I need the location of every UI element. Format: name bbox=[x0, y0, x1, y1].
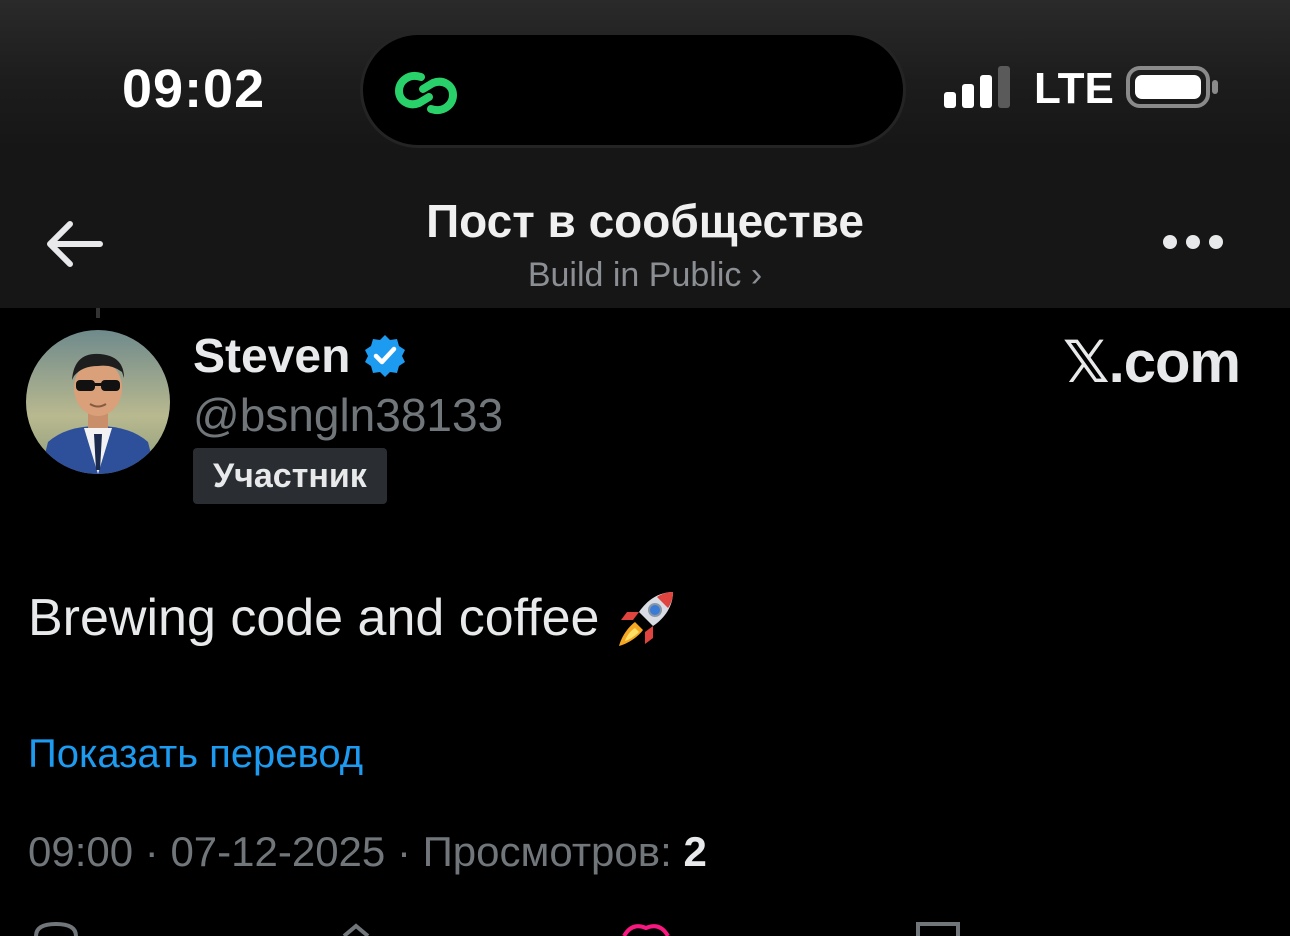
views-count[interactable]: 2 bbox=[683, 828, 706, 875]
battery-icon bbox=[1126, 66, 1218, 108]
rocket-emoji-icon bbox=[619, 592, 674, 646]
like-icon bbox=[622, 924, 670, 936]
avatar[interactable] bbox=[26, 330, 170, 474]
post-meta: 09:00 · 07-12-2025 · Просмотров: 2 bbox=[28, 828, 707, 876]
post: Steven @bsngln38133 Участник 𝕏.com Brewi… bbox=[0, 308, 1290, 936]
meta-separator: · bbox=[385, 828, 423, 875]
reply-icon bbox=[34, 921, 78, 936]
community-link[interactable]: Build in Public › bbox=[0, 256, 1290, 295]
post-time[interactable]: 09:00 bbox=[28, 828, 133, 875]
avatar-image bbox=[26, 330, 170, 474]
navigation-bar: Пост в сообществе Build in Public › bbox=[0, 150, 1290, 308]
post-date[interactable]: 07-12-2025 bbox=[170, 828, 385, 875]
repost-icon bbox=[342, 923, 370, 936]
post-text: Brewing code and coffee bbox=[28, 586, 679, 650]
x-watermark: 𝕏.com bbox=[1062, 330, 1241, 395]
author-handle[interactable]: @bsngln38133 bbox=[193, 388, 503, 442]
cellular-signal-icon bbox=[944, 66, 1010, 108]
dynamic-island[interactable] bbox=[360, 32, 906, 148]
verified-badge-icon[interactable] bbox=[362, 333, 408, 379]
page-title: Пост в сообществе bbox=[426, 195, 864, 247]
views-label: Просмотров: bbox=[422, 828, 672, 875]
linked-rings-icon bbox=[394, 72, 458, 114]
post-text-content: Brewing code and coffee bbox=[28, 589, 600, 647]
member-badge: Участник bbox=[193, 448, 387, 504]
network-type: LTE bbox=[1034, 64, 1114, 113]
author-row[interactable]: Steven bbox=[193, 328, 408, 384]
status-time: 09:02 bbox=[122, 59, 266, 119]
more-options-icon[interactable] bbox=[1160, 230, 1226, 254]
bookmark-icon bbox=[916, 922, 960, 936]
meta-separator: · bbox=[133, 828, 171, 875]
thread-line bbox=[96, 308, 100, 318]
author-name[interactable]: Steven bbox=[193, 329, 350, 384]
status-bar: 09:02 LTE bbox=[0, 0, 1290, 150]
show-translation-link[interactable]: Показать перевод bbox=[28, 732, 363, 777]
action-bar-peek bbox=[34, 921, 960, 936]
